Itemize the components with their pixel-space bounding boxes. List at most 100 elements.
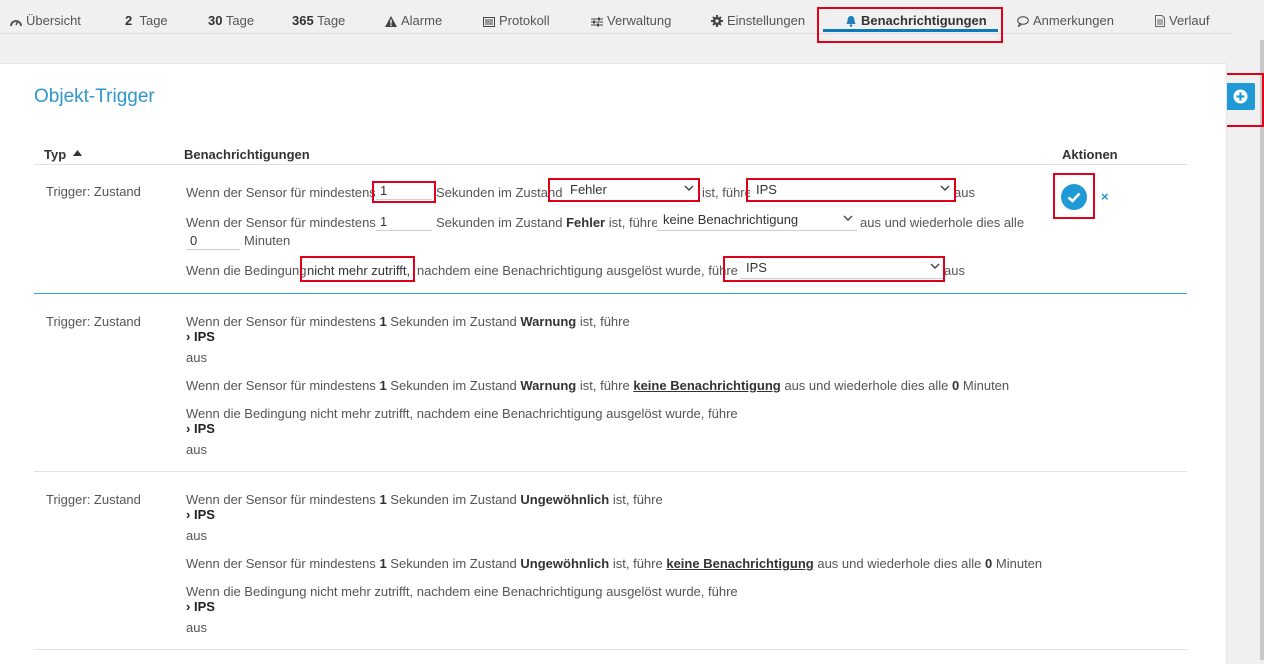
condition-text: Wenn der Sensor für mindestens — [186, 215, 376, 230]
tab-number: 2 — [125, 13, 133, 28]
condition-text-part: Wenn der Sensor für mindestens — [186, 556, 376, 571]
state-value: Ungewöhnlich — [520, 556, 610, 571]
repeat-notification-link[interactable]: keine Benachrichtigung — [666, 556, 813, 571]
minutes-value: 0 — [985, 556, 993, 571]
repeat-notification-select[interactable]: keine Benachrichtigung — [657, 211, 857, 231]
condition-text-part: Sekunden im Zustand — [390, 314, 517, 329]
tab-comments[interactable]: Anmerkungen — [1017, 13, 1114, 31]
state-value: Warnung — [520, 314, 577, 329]
tab-settings[interactable]: Einstellungen — [711, 13, 805, 31]
repeat-seconds-input[interactable] — [376, 213, 432, 231]
trigger-type: Trigger: Zustand — [46, 492, 141, 507]
sort-ascending-icon — [72, 150, 82, 156]
tab-manage[interactable]: Verwaltung — [591, 13, 671, 31]
sliders-icon — [591, 17, 603, 27]
chevron-right-icon: › — [186, 329, 191, 344]
repeat-minutes-input[interactable] — [186, 232, 240, 250]
notification-link[interactable]: › IPS — [186, 599, 215, 614]
tab-label: Protokoll — [499, 13, 550, 28]
condition-text: Wenn der Sensor für mindestens 1 Sekunde… — [186, 556, 1042, 571]
row-divider — [34, 471, 1187, 472]
condition-text-part: ist, führe — [579, 378, 630, 393]
add-trigger-button[interactable] — [1226, 83, 1255, 110]
save-trigger-button[interactable] — [1061, 184, 1087, 210]
chevron-right-icon: › — [186, 421, 191, 436]
scrollbar[interactable] — [1260, 40, 1264, 660]
condition-text: Wenn der Sensor für mindestens 1 Sekunde… — [186, 378, 1009, 393]
seconds-value: 1 — [379, 556, 387, 571]
tab-label: Verwaltung — [607, 13, 672, 28]
condition-text: ist, führe — [702, 185, 752, 200]
tab-number: 30 — [208, 13, 223, 28]
warning-icon — [385, 16, 397, 27]
condition-text-part: Sekunden im Zustand — [390, 556, 517, 571]
condition-text: aus — [186, 528, 207, 543]
condition-text-part: Sekunden im Zustand — [390, 378, 517, 393]
plus-circle-icon — [1233, 89, 1248, 104]
select-value: Fehler — [570, 182, 607, 197]
state-select[interactable]: Fehler — [564, 181, 698, 201]
condition-value[interactable]: nicht mehr zutrifft, — [307, 263, 410, 278]
tab-alarms[interactable]: Alarme — [385, 13, 442, 31]
condition-text: aus — [186, 620, 207, 635]
chevron-right-icon: › — [186, 599, 191, 614]
tab-label: Anmerkungen — [1033, 13, 1114, 28]
chevron-down-icon — [843, 215, 853, 221]
condition-text: Wenn der Sensor für mindestens 1 Sekunde… — [186, 314, 630, 329]
condition-text: Wenn die Bedingung — [186, 263, 307, 278]
column-header-notifications: Benachrichtigungen — [184, 147, 310, 162]
chevron-down-icon — [684, 185, 694, 191]
notification-link[interactable]: › IPS — [186, 507, 215, 522]
notification-link[interactable]: › IPS — [186, 329, 215, 344]
notification-link[interactable]: › IPS — [186, 421, 215, 436]
document-icon — [1155, 15, 1165, 27]
page-title: Objekt-Trigger — [34, 86, 155, 107]
tab-label: Tage — [139, 13, 168, 28]
tab-30-days[interactable]: 30 Tage — [208, 13, 254, 31]
condition-text: Sekunden im Zustand — [436, 185, 563, 200]
tab-log[interactable]: Protokoll — [483, 13, 550, 31]
column-header-type[interactable]: Typ — [44, 147, 82, 162]
condition-text-part: ist, führe — [608, 215, 659, 230]
state-value: Warnung — [520, 378, 577, 393]
condition-text: Minuten — [244, 233, 291, 248]
tab-2-days[interactable]: 2 Tage — [125, 13, 168, 31]
log-icon — [483, 17, 495, 27]
seconds-value: 1 — [379, 314, 387, 329]
tab-label: Übersicht — [26, 13, 81, 28]
notification-select[interactable]: IPS — [750, 181, 954, 201]
condition-text-part: Minuten — [962, 378, 1010, 393]
tab-label: Tage — [317, 13, 346, 28]
tab-overview[interactable]: Übersicht — [10, 13, 81, 31]
repeat-notification-link[interactable]: keine Benachrichtigung — [633, 378, 780, 393]
tab-365-days[interactable]: 365 Tage — [292, 13, 345, 31]
tab-bar: Übersicht 2 Tage 30 Tage 365 Tage Alarme… — [0, 0, 1232, 34]
condition-text: Wenn der Sensor für mindestens 1 Sekunde… — [186, 492, 663, 507]
column-header-label: Typ — [44, 147, 67, 162]
notification-name: IPS — [193, 421, 215, 436]
condition-text: aus — [944, 263, 965, 278]
checkmark-icon — [1067, 192, 1081, 203]
select-value: keine Benachrichtigung — [663, 212, 799, 227]
notification-name: IPS — [193, 507, 215, 522]
minutes-value: 0 — [952, 378, 960, 393]
condition-text-part: Minuten — [995, 556, 1043, 571]
notification-name: IPS — [193, 329, 215, 344]
seconds-value: 1 — [379, 492, 387, 507]
gauge-icon — [10, 20, 22, 27]
condition-text-part: ist, führe — [612, 492, 663, 507]
tab-label: Tage — [225, 13, 255, 28]
content-panel: Objekt-Trigger Typ Benachrichtigungen Ak… — [0, 63, 1227, 664]
trigger-type: Trigger: Zustand — [46, 184, 141, 199]
bell-icon — [846, 16, 856, 27]
tab-history[interactable]: Verlauf — [1155, 13, 1209, 31]
row-divider — [34, 649, 1187, 650]
column-header-actions: Aktionen — [1062, 147, 1118, 162]
trigger-type: Trigger: Zustand — [46, 314, 141, 329]
header-divider — [34, 164, 1187, 165]
end-notification-select[interactable]: IPS — [740, 259, 944, 279]
condition-text: Sekunden im Zustand Fehler ist, führe — [436, 215, 659, 230]
cancel-edit-button[interactable]: × — [1101, 189, 1109, 204]
condition-text-part: Wenn der Sensor für mindestens — [186, 492, 376, 507]
duration-seconds-input[interactable] — [376, 182, 432, 200]
